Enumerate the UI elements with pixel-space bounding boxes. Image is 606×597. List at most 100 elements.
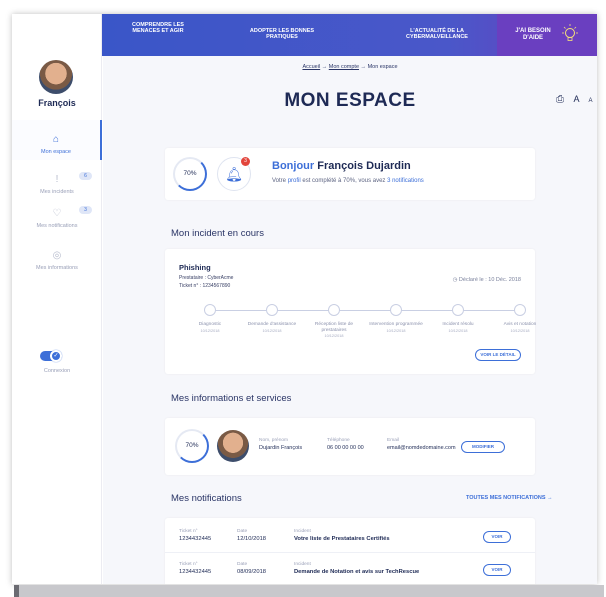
connexion-label: Connexion bbox=[43, 368, 71, 374]
incident-icon: ! bbox=[55, 174, 59, 185]
notif-key: Ticket n° bbox=[179, 529, 198, 534]
section-title-incident: Mon incident en cours bbox=[171, 228, 264, 239]
horizontal-scrollbar[interactable] bbox=[14, 585, 604, 597]
sidebar: François ⌂ Mon espace ! 6 Mes incidents … bbox=[12, 14, 102, 584]
font-size-small-button[interactable]: A bbox=[589, 98, 593, 104]
info-email: Email email@nomdedomaine.com bbox=[387, 438, 456, 451]
avatar bbox=[217, 430, 249, 462]
notif-key: Ticket n° bbox=[179, 562, 198, 567]
info-name: Nom, prénom Dujardin François bbox=[259, 438, 302, 451]
step-resolu: Incident résolu 10/12/2018 bbox=[428, 304, 488, 333]
modify-button[interactable]: MODIFIER bbox=[461, 441, 505, 453]
avatar[interactable] bbox=[39, 60, 73, 94]
greeting-name: François Dujardin bbox=[317, 160, 411, 172]
breadcrumb: Accueil → Mon compte → Mon espace bbox=[103, 64, 597, 70]
notif-value: 1234432445 bbox=[179, 568, 212, 575]
page-title: MON ESPACE bbox=[284, 90, 416, 111]
nav-actualite[interactable]: L'ACTUALITÉ DE LA CYBERMALVEILLANCE bbox=[387, 28, 487, 40]
sidebar-item-label: Mes notifications bbox=[36, 223, 78, 229]
notif-value: Demande de Notation et avis sur TechResc… bbox=[294, 568, 420, 575]
step-date: 10/12/2018 bbox=[200, 328, 220, 333]
print-icon[interactable]: ⎙ bbox=[556, 94, 564, 105]
incident-panel: Phishing Prestataire : CyberAcme Ticket … bbox=[165, 249, 536, 374]
step-label: Diagnostic bbox=[198, 322, 222, 327]
step-label: Avis et notation bbox=[503, 322, 537, 327]
info-key: Nom, prénom bbox=[259, 438, 289, 443]
page-frame: François ⌂ Mon espace ! 6 Mes incidents … bbox=[0, 0, 606, 597]
incidents-count-badge: 6 bbox=[79, 172, 92, 180]
step-diagnostic: Diagnostic 10/12/2018 bbox=[180, 304, 240, 333]
info-key: Email bbox=[387, 438, 399, 443]
sidebar-item-label: Mes incidents bbox=[40, 189, 74, 195]
step-date: 10/12/2018 bbox=[448, 328, 468, 333]
sidebar-item-label: Mes informations bbox=[36, 265, 78, 271]
help-button[interactable]: J'AI BESOIN D'AIDE bbox=[497, 14, 597, 56]
notification-count-badge: 3 bbox=[241, 157, 250, 166]
profile-progress-ring: 70% bbox=[175, 429, 209, 463]
step-date: 10/12/2018 bbox=[262, 328, 282, 333]
arrow-right-icon: → bbox=[360, 64, 367, 70]
notif-incident: Incident Demande de Notation et avis sur… bbox=[294, 562, 419, 575]
view-notification-button[interactable]: VOIR bbox=[483, 564, 511, 576]
incident-declared-date: ◷ Déclaré le : 10 Déc. 2018 bbox=[453, 277, 521, 283]
help-label: J'AI BESOIN D'AIDE bbox=[515, 28, 551, 41]
arrow-right-icon: → bbox=[321, 64, 328, 70]
step-notation: Avis et notation 10/12/2018 bbox=[490, 304, 550, 333]
sidebar-item-mes-incidents[interactable]: ! 6 Mes incidents bbox=[12, 172, 102, 195]
notifications-panel: Ticket n° 1234432445 Date 12/10/2018 Inc… bbox=[165, 518, 535, 584]
notif-key: Date bbox=[237, 562, 248, 567]
profile-link[interactable]: profil bbox=[288, 178, 301, 184]
sidebar-item-mon-espace[interactable]: ⌂ Mon espace bbox=[12, 120, 102, 160]
notifications-count-badge: 3 bbox=[79, 206, 92, 214]
notif-value: 1234432445 bbox=[179, 535, 212, 542]
breadcrumb-account[interactable]: Mon compte bbox=[329, 64, 359, 70]
notifications-link[interactable]: 3 notifications bbox=[387, 178, 424, 184]
notif-key: Date bbox=[237, 529, 248, 534]
font-size-large-button[interactable]: A bbox=[574, 94, 580, 104]
profile-status-text: Votre profil est complété à 70%, vous av… bbox=[272, 178, 424, 184]
incident-title: Phishing bbox=[179, 263, 211, 272]
status-middle: est complété à 70%, vous avez bbox=[300, 178, 388, 184]
notif-date: Date 08/09/2018 bbox=[237, 562, 266, 575]
step-label: Incident résolu bbox=[442, 322, 474, 327]
step-dot bbox=[514, 304, 526, 316]
step-assistance: Demande d'assistance 10/12/2018 bbox=[242, 304, 302, 333]
incident-provider: Prestataire : CyberAcme bbox=[179, 275, 234, 281]
notif-value: 12/10/2018 bbox=[237, 535, 267, 542]
app-window: François ⌂ Mon espace ! 6 Mes incidents … bbox=[12, 14, 597, 584]
step-intervention: Intervention programmée 10/12/2018 bbox=[366, 304, 426, 333]
info-phone: Téléphone 06 00 00 00 00 bbox=[327, 438, 364, 451]
sidebar-item-mes-notifications[interactable]: ♡ 3 Mes notifications bbox=[12, 206, 102, 229]
info-icon: ◎ bbox=[52, 250, 62, 261]
view-notification-button[interactable]: VOIR bbox=[483, 531, 511, 543]
home-icon: ⌂ bbox=[52, 134, 60, 145]
nav-adopter[interactable]: ADOPTER LES BONNES PRATIQUES bbox=[242, 28, 322, 40]
step-dot bbox=[204, 304, 216, 316]
declared-text: Déclaré le : 10 Déc. 2018 bbox=[458, 277, 521, 283]
view-detail-button[interactable]: VOIR LE DÉTAIL bbox=[475, 349, 521, 361]
top-navigation: COMPRENDRE LES MENACES ET AGIR ADOPTER L… bbox=[102, 14, 597, 56]
info-value: email@nomdedomaine.com bbox=[387, 445, 456, 451]
step-label: Réception liste de prestataires bbox=[314, 322, 354, 333]
sidebar-item-mes-informations[interactable]: ◎ Mes informations bbox=[12, 250, 102, 271]
breadcrumb-current: Mon espace bbox=[367, 64, 398, 70]
profile-progress-ring: 70% bbox=[173, 157, 207, 191]
section-title-notifications: Mes notifications bbox=[171, 493, 242, 504]
nav-comprendre[interactable]: COMPRENDRE LES MENACES ET AGIR bbox=[130, 22, 186, 34]
lightbulb-icon bbox=[562, 24, 578, 41]
section-title-infos: Mes informations et services bbox=[171, 393, 292, 404]
clock-icon: ◷ bbox=[452, 277, 458, 283]
step-dot bbox=[328, 304, 340, 316]
main-content: Accueil → Mon compte → Mon espace MON ES… bbox=[103, 56, 597, 584]
scrollbar-thumb[interactable] bbox=[14, 585, 19, 597]
notification-row: Ticket n° 1234432445 Date 08/09/2018 Inc… bbox=[165, 553, 535, 584]
connexion-toggle[interactable]: ✓ bbox=[40, 350, 62, 362]
step-dot bbox=[266, 304, 278, 316]
notif-date: Date 12/10/2018 bbox=[237, 529, 266, 542]
breadcrumb-home[interactable]: Accueil bbox=[302, 64, 320, 70]
user-name: François bbox=[38, 98, 76, 108]
notif-value: Votre liste de Prestataires Certifiés bbox=[294, 535, 390, 542]
all-notifications-link[interactable]: TOUTES MES NOTIFICATIONS → bbox=[466, 495, 553, 501]
greeting: Bonjour François Dujardin bbox=[272, 160, 411, 172]
check-icon: ✓ bbox=[50, 350, 62, 362]
